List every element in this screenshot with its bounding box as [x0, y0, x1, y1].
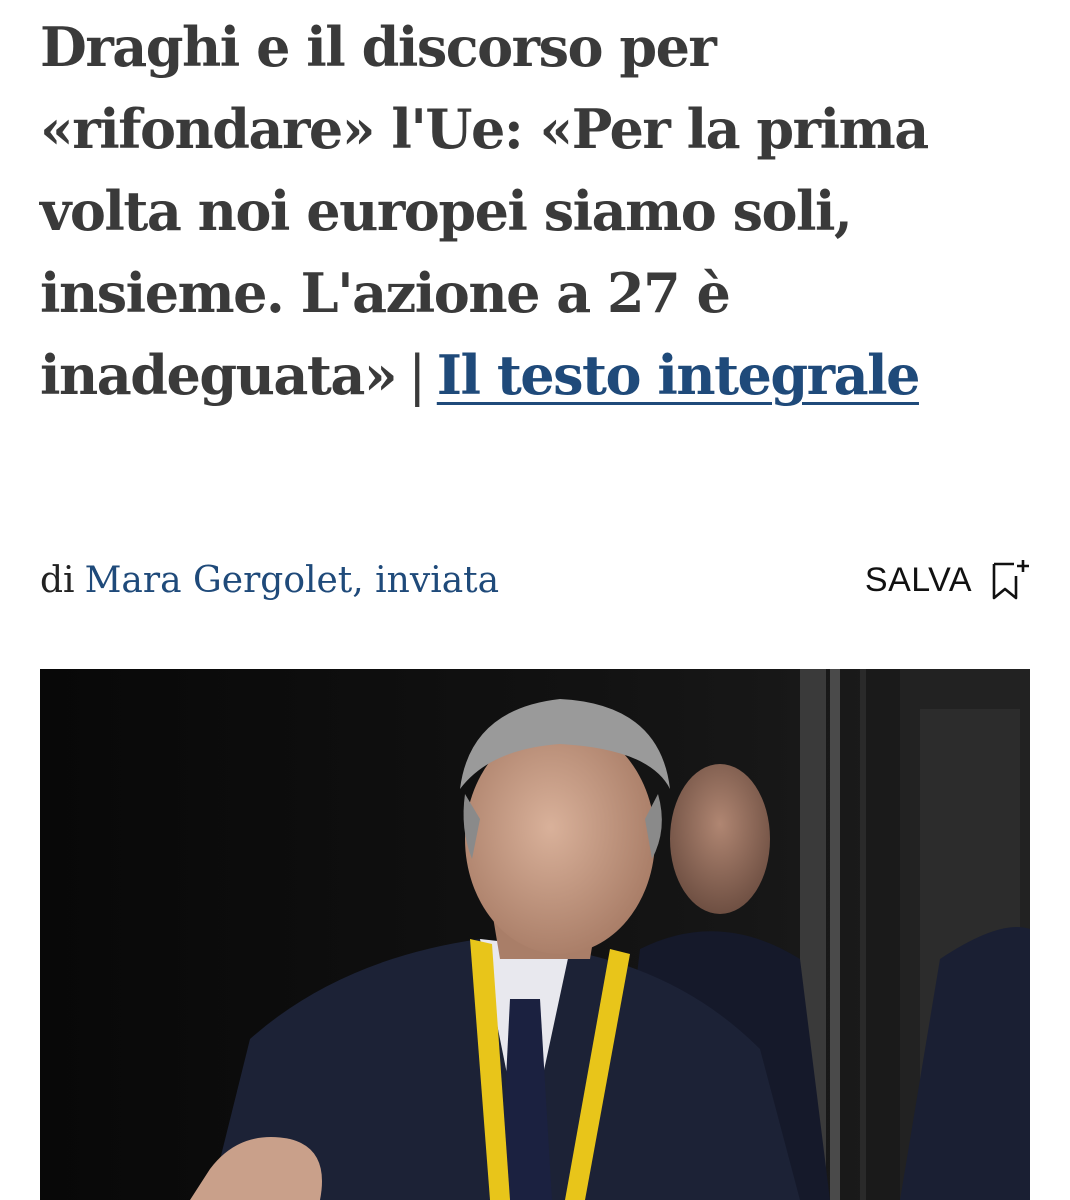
full-text-link[interactable]: Il testo integrale [437, 343, 921, 407]
byline-prefix: di [40, 559, 75, 601]
article-headline: Draghi e il discorso per «rifondare» l'U… [40, 0, 1030, 417]
bookmark-add-icon [990, 558, 1030, 602]
article-photo [40, 669, 1030, 1200]
byline-row: di Mara Gergolet, inviata SALVA [40, 548, 1030, 612]
save-button[interactable]: SALVA [865, 555, 1030, 605]
save-label: SALVA [864, 560, 972, 599]
news-photo-illustration [40, 669, 1030, 1200]
article-header: Draghi e il discorso per «rifondare» l'U… [40, 0, 1030, 417]
headline-separator: | [408, 344, 426, 407]
byline: di Mara Gergolet, inviata [40, 560, 499, 601]
author-link[interactable]: Mara Gergolet, inviata [85, 560, 500, 601]
